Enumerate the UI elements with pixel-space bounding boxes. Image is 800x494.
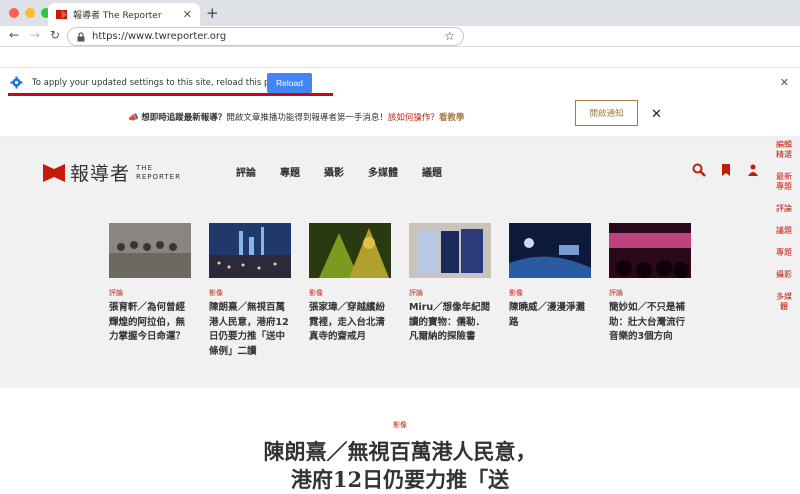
close-infobar-icon[interactable]: ✕: [780, 76, 789, 89]
headline-line2: 港府12日仍要力推「送: [290, 467, 510, 492]
featured-headline[interactable]: 影像 陳朗熹／無視百萬港人民意， 港府12日仍要力推「送: [0, 420, 800, 494]
card-category: 評論: [109, 289, 123, 297]
logo-english-line1: THE: [136, 163, 153, 172]
gear-icon: [10, 76, 23, 89]
reporter-logo-icon: [43, 163, 65, 182]
back-icon[interactable]: ←: [9, 28, 19, 42]
browser-toolbar: ← → ↻ https://www.twreporter.org ☆: [0, 26, 800, 47]
card-title: 簡妙如／不只是補助：壯大台灣流行音樂的3個方向: [609, 302, 686, 342]
tutorial-link[interactable]: 看教學: [439, 113, 465, 123]
window-controls: [9, 8, 51, 18]
browser-tab[interactable]: 報導者 The Reporter ✕: [48, 3, 200, 26]
infobar-message: To apply your updated settings to this s…: [32, 78, 286, 88]
article-card[interactable]: 評論 張育軒／為何曾經輝煌的阿拉伯，無力掌握今日命運？: [109, 223, 191, 359]
card-image: [609, 223, 691, 278]
reporter-favicon-icon: [56, 9, 67, 20]
card-title: 張家瑋／穿越繽紛霓裡，走入台北清真寺的齋戒月: [309, 302, 386, 342]
close-window-button[interactable]: [9, 8, 19, 18]
new-tab-icon[interactable]: +: [206, 4, 219, 22]
side-nav-latest-topics[interactable]: 最新專題: [776, 172, 792, 192]
article-card[interactable]: 評論 簡妙如／不只是補助：壯大台灣流行音樂的3個方向: [609, 223, 691, 359]
card-title: 陳朗熹／無視百萬港人民意，港府12日仍要力推「送中條例」二讀: [209, 302, 289, 357]
nav-item-topic[interactable]: 專題: [280, 164, 300, 179]
refresh-icon[interactable]: ↻: [50, 28, 60, 42]
notify-text: 📣 想即時追蹤最新報導？開啟文章推播功能得到報導者第一手消息！該如何操作？看教學: [128, 111, 464, 123]
logo-english: THE REPORTER: [136, 164, 181, 182]
horn-icon: 📣: [128, 113, 139, 123]
nav-item-photo[interactable]: 攝影: [324, 164, 344, 179]
nav-item-multimedia[interactable]: 多媒體: [368, 164, 398, 179]
close-notify-icon[interactable]: ✕: [651, 107, 662, 122]
bookmark-icon[interactable]: [719, 163, 733, 177]
card-category: 評論: [609, 289, 623, 297]
forward-icon[interactable]: →: [30, 28, 40, 42]
side-nav-multimedia[interactable]: 多媒體: [776, 292, 792, 312]
site-logo[interactable]: 報導者 THE REPORTER: [43, 159, 181, 186]
article-card[interactable]: 影像 張家瑋／穿越繽紛霓裡，走入台北清真寺的齋戒月: [309, 223, 391, 359]
side-nav-issue[interactable]: 議題: [776, 226, 792, 236]
main-nav: 評論 專題 攝影 多媒體 議題: [236, 164, 466, 179]
card-title: 張育軒／為何曾經輝煌的阿拉伯，無力掌握今日命運？: [109, 302, 186, 342]
search-icon[interactable]: [692, 163, 706, 177]
headline-category: 影像: [393, 421, 407, 429]
card-image: [209, 223, 291, 278]
headline-title: 陳朗熹／無視百萬港人民意， 港府12日仍要力推「送: [0, 438, 800, 494]
help-link[interactable]: 該如何操作？: [388, 113, 439, 123]
headline-line1: 陳朗熹／無視百萬港人民意，: [263, 439, 537, 464]
site-header-area: 報導者 THE REPORTER 評論 專題 攝影 多媒體 議題 評論 張育軒／為…: [0, 137, 800, 388]
minimize-window-button[interactable]: [25, 8, 35, 18]
article-card[interactable]: 影像 陳朗熹／無視百萬港人民意，港府12日仍要力推「送中條例」二讀: [209, 223, 291, 359]
card-category: 影像: [509, 289, 523, 297]
enable-notification-button[interactable]: 開啟通知: [575, 100, 638, 126]
member-icon[interactable]: [746, 163, 760, 177]
nav-item-issue[interactable]: 議題: [422, 164, 442, 179]
side-nav-photo[interactable]: 攝影: [776, 270, 792, 280]
card-category: 評論: [409, 289, 423, 297]
address-bar[interactable]: https://www.twreporter.org ☆: [67, 27, 464, 46]
side-nav-editor-picks[interactable]: 編輯精選: [776, 140, 792, 160]
notify-body: 開啟文章推播功能得到報導者第一手消息！: [226, 113, 388, 123]
card-category: 影像: [309, 289, 323, 297]
bookmark-star-icon[interactable]: ☆: [444, 29, 455, 43]
reload-button[interactable]: Reload: [267, 73, 312, 93]
card-image: [309, 223, 391, 278]
card-category: 影像: [209, 289, 223, 297]
card-title: Miru／想像年紀閱讀的寶物：儒勒．凡爾納的探險書: [409, 302, 491, 342]
card-list: 評論 張育軒／為何曾經輝煌的阿拉伯，無力掌握今日命運？ 影像 陳朗熹／無視百萬港…: [109, 223, 709, 359]
card-image: [509, 223, 591, 278]
nav-item-comment[interactable]: 評論: [236, 164, 256, 179]
lock-icon: [77, 31, 85, 41]
article-card[interactable]: 評論 Miru／想像年紀閱讀的寶物：儒勒．凡爾納的探險書: [409, 223, 491, 359]
card-title: 陳曉威／漫漫淨灘路: [509, 302, 586, 328]
card-image: [409, 223, 491, 278]
side-nav-topic[interactable]: 專題: [776, 248, 792, 258]
logo-chinese: 報導者: [70, 163, 131, 185]
article-card[interactable]: 影像 陳曉威／漫漫淨灘路: [509, 223, 591, 359]
tab-title: 報導者 The Reporter: [73, 11, 162, 21]
browser-tab-strip: 報導者 The Reporter ✕ +: [0, 0, 800, 26]
side-nav-comment[interactable]: 評論: [776, 204, 792, 214]
card-image: [109, 223, 191, 278]
close-tab-icon[interactable]: ✕: [183, 8, 192, 21]
red-underline-annotation: [8, 93, 333, 96]
notify-question: 想即時追蹤最新報導？: [141, 113, 227, 123]
push-notification-bar: 📣 想即時追蹤最新報導？開啟文章推播功能得到報導者第一手消息！該如何操作？看教學…: [0, 97, 800, 137]
url-text: https://www.twreporter.org: [92, 31, 227, 42]
logo-english-line2: REPORTER: [136, 172, 181, 181]
site-icons: [692, 163, 760, 177]
side-nav: 編輯精選 最新專題 評論 議題 專題 攝影 多媒體: [776, 140, 792, 324]
